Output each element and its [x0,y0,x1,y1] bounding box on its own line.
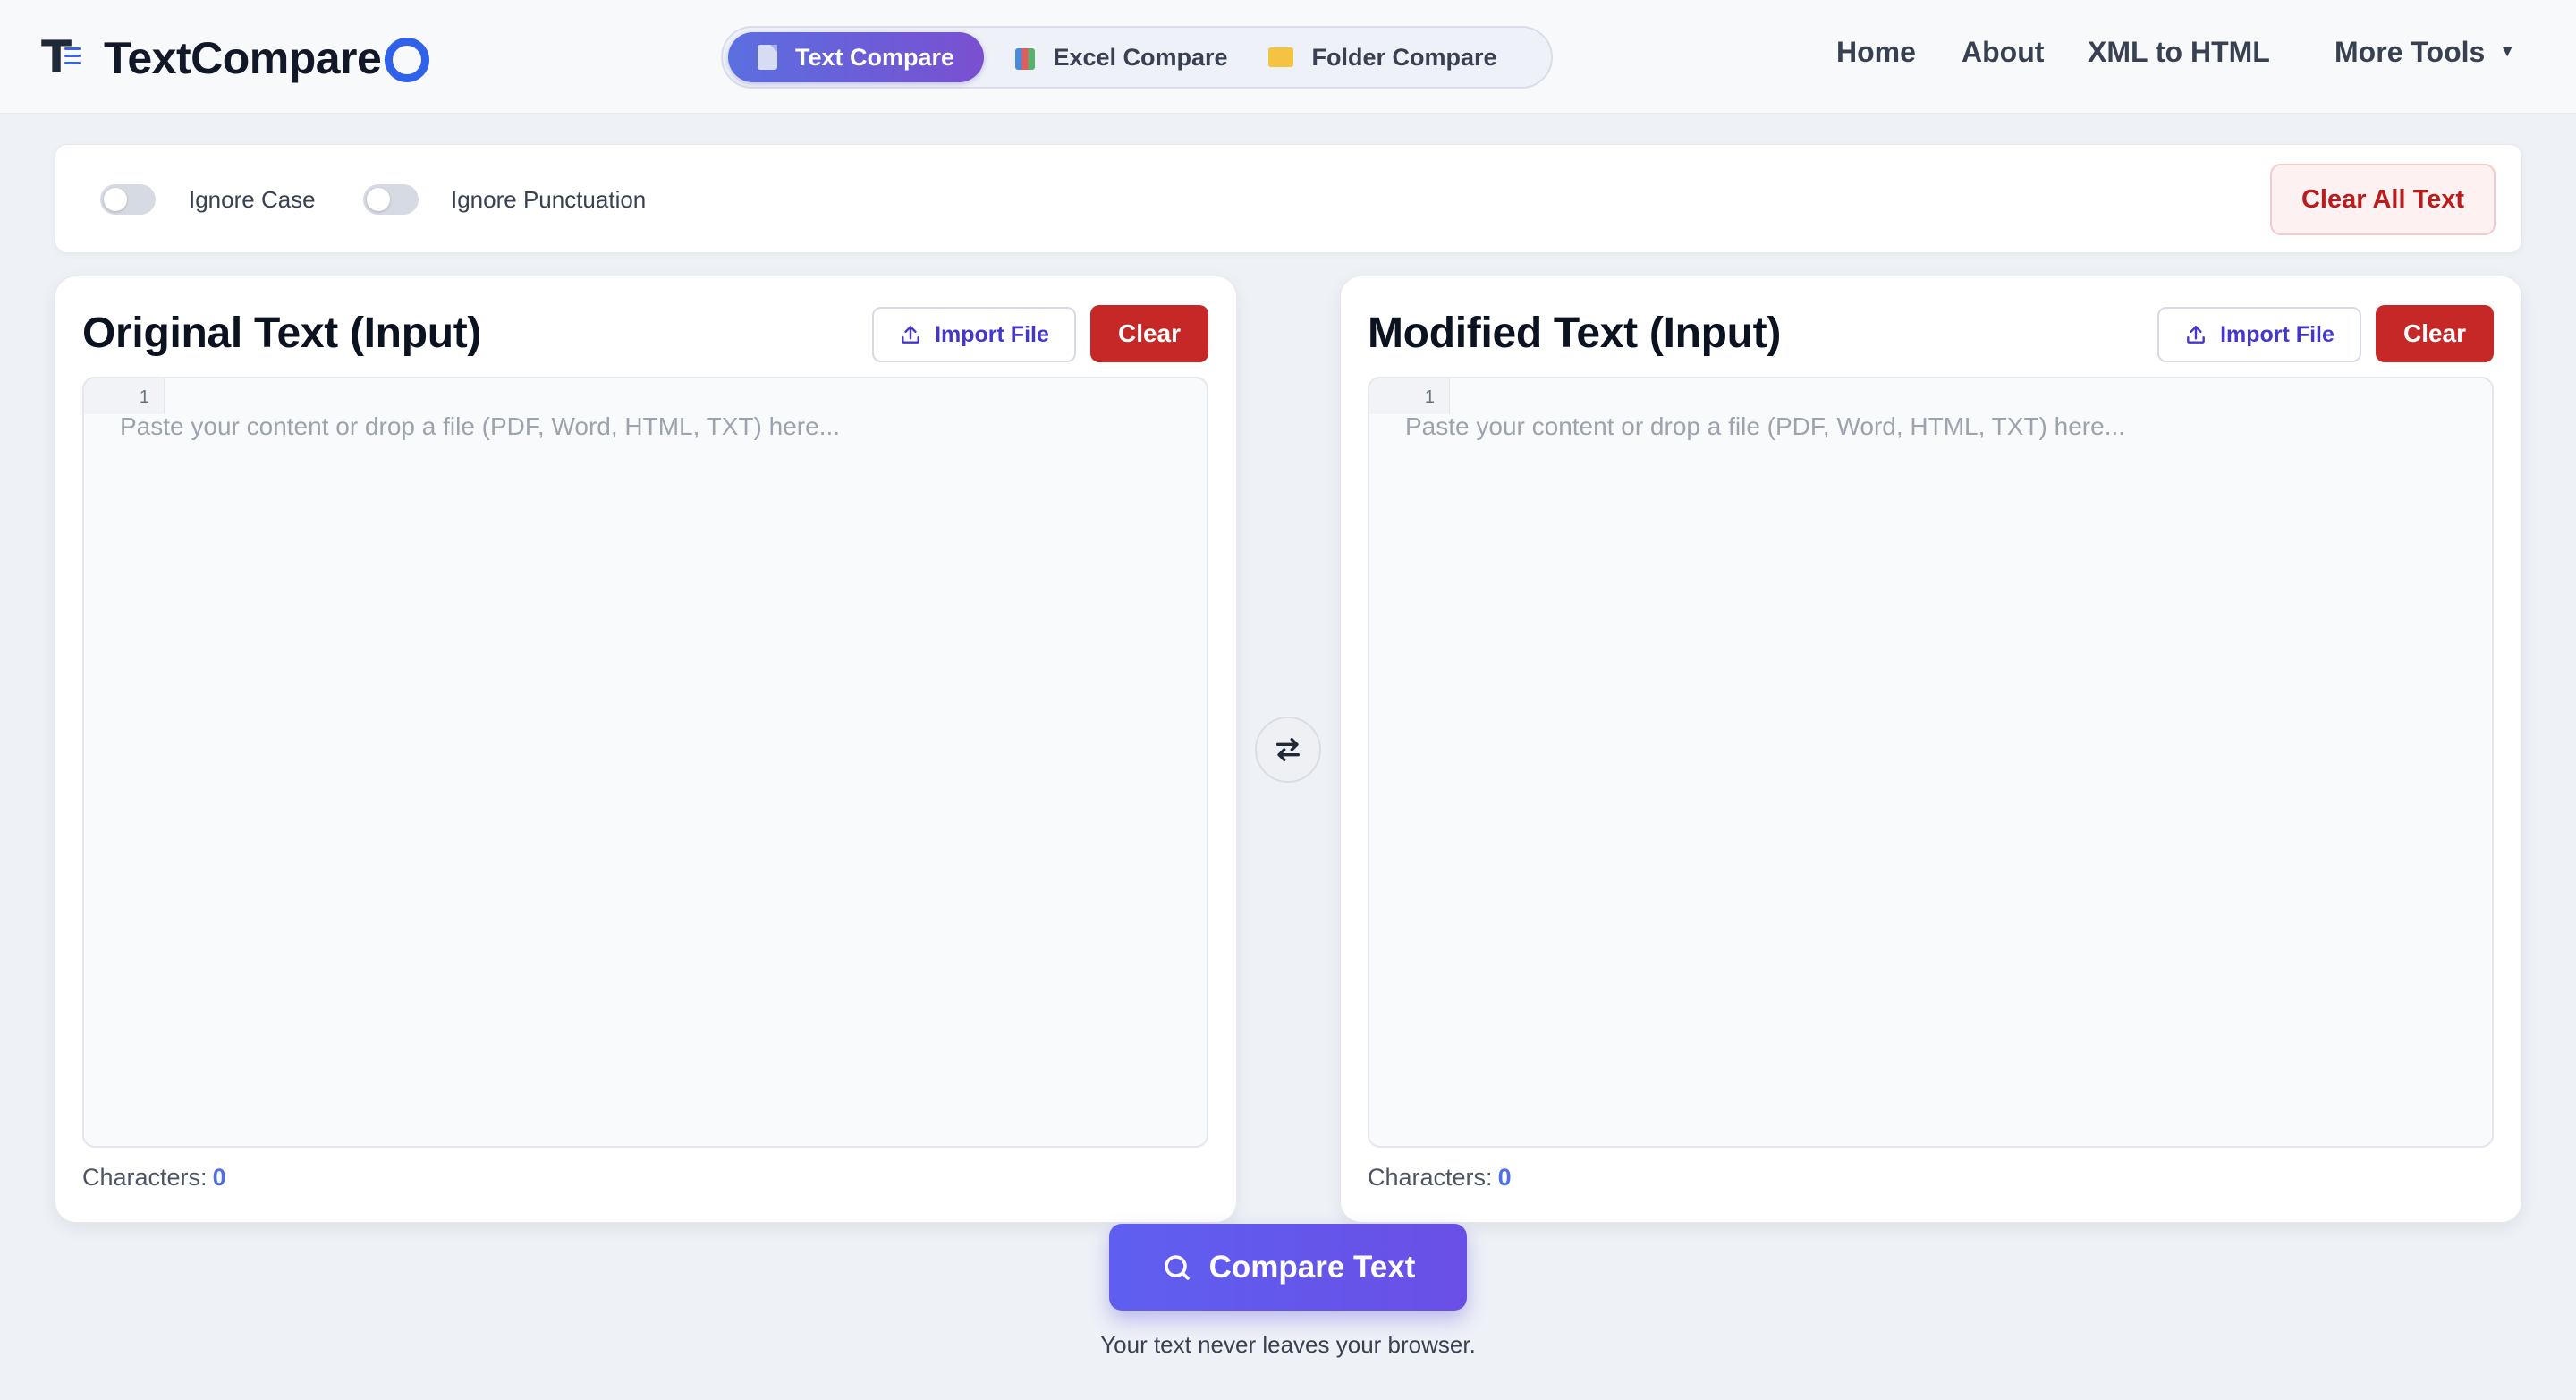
tab-label: Text Compare [794,43,955,71]
line-gutter: 1 [84,378,165,414]
compare-text-label: Compare Text [1208,1249,1416,1285]
tab-label: Folder Compare [1311,43,1497,71]
upload-icon [2187,326,2205,344]
compare-text-button[interactable]: Compare Text [1109,1224,1467,1311]
editor-placeholder: Paste your content or drop a file (PDF, … [120,412,841,440]
nav-home[interactable]: Home [1836,36,1916,69]
character-count: Characters: 0 [82,1164,226,1192]
swap-arrows-icon [1275,737,1301,762]
nav-more-tools[interactable]: More Tools ▼ [2334,36,2515,69]
nav-xml-to-html[interactable]: XML to HTML [2088,36,2270,69]
spreadsheet-icon [1015,48,1036,70]
line-number: 1 [1424,387,1435,407]
document-icon [757,45,777,70]
textcompare-logo-icon: T [41,35,88,81]
character-count-label: Characters: [82,1164,208,1191]
import-file-button[interactable]: Import File [2157,307,2361,362]
character-count-value: 0 [212,1164,226,1191]
character-count-label: Characters: [1368,1164,1493,1191]
ignore-case-label: Ignore Case [189,186,316,213]
folder-icon [1268,47,1294,67]
ignore-punctuation-toggle[interactable] [363,184,419,215]
nav-about[interactable]: About [1962,36,2044,69]
ignore-punctuation-label: Ignore Punctuation [451,186,647,213]
import-file-label: Import File [935,321,1049,347]
line-number: 1 [139,387,149,407]
modified-text-panel: Modified Text (Input) Import File Clear … [1340,276,2522,1223]
tab-folder-compare[interactable]: Folder Compare [1249,32,1517,82]
upload-icon [902,326,919,344]
original-text-panel: Original Text (Input) Import File Clear … [55,276,1237,1223]
panel-title: Original Text (Input) [82,310,482,357]
tab-text-compare[interactable]: Text Compare [728,32,984,82]
tab-excel-compare[interactable]: Excel Compare [1002,32,1241,82]
options-bar: Ignore Case Ignore Punctuation Clear All… [55,144,2522,253]
brand-name: TextCompare [104,33,382,83]
search-icon [1164,1254,1190,1280]
logo-ring-icon [385,38,430,82]
clear-all-text-button[interactable]: Clear All Text [2270,164,2496,235]
swap-texts-button[interactable] [1255,717,1321,783]
ignore-case-toggle[interactable] [100,184,156,215]
clear-button[interactable]: Clear [2376,305,2494,362]
import-file-label: Import File [2220,321,2334,347]
editor-placeholder: Paste your content or drop a file (PDF, … [1405,412,2126,440]
line-gutter: 1 [1369,378,1450,414]
character-count-value: 0 [1497,1164,1512,1191]
mode-switcher: Text Compare Excel Compare Folder Compar… [721,26,1553,89]
chevron-down-icon: ▼ [2499,42,2516,60]
nav-more-tools-label: More Tools [2334,36,2486,68]
top-header: T TextCompare Text Compare Excel Compare… [0,0,2576,114]
panel-title: Modified Text (Input) [1368,310,1782,357]
character-count: Characters: 0 [1368,1164,1512,1192]
privacy-note: Your text never leaves your browser. [1100,1331,1476,1358]
modified-text-editor[interactable]: 1 Paste your content or drop a file (PDF… [1368,377,2494,1148]
tab-label: Excel Compare [1053,43,1228,71]
clear-button[interactable]: Clear [1090,305,1208,362]
brand-logo[interactable]: T TextCompare [41,32,430,84]
import-file-button[interactable]: Import File [872,307,1076,362]
original-text-editor[interactable]: 1 Paste your content or drop a file (PDF… [82,377,1208,1148]
